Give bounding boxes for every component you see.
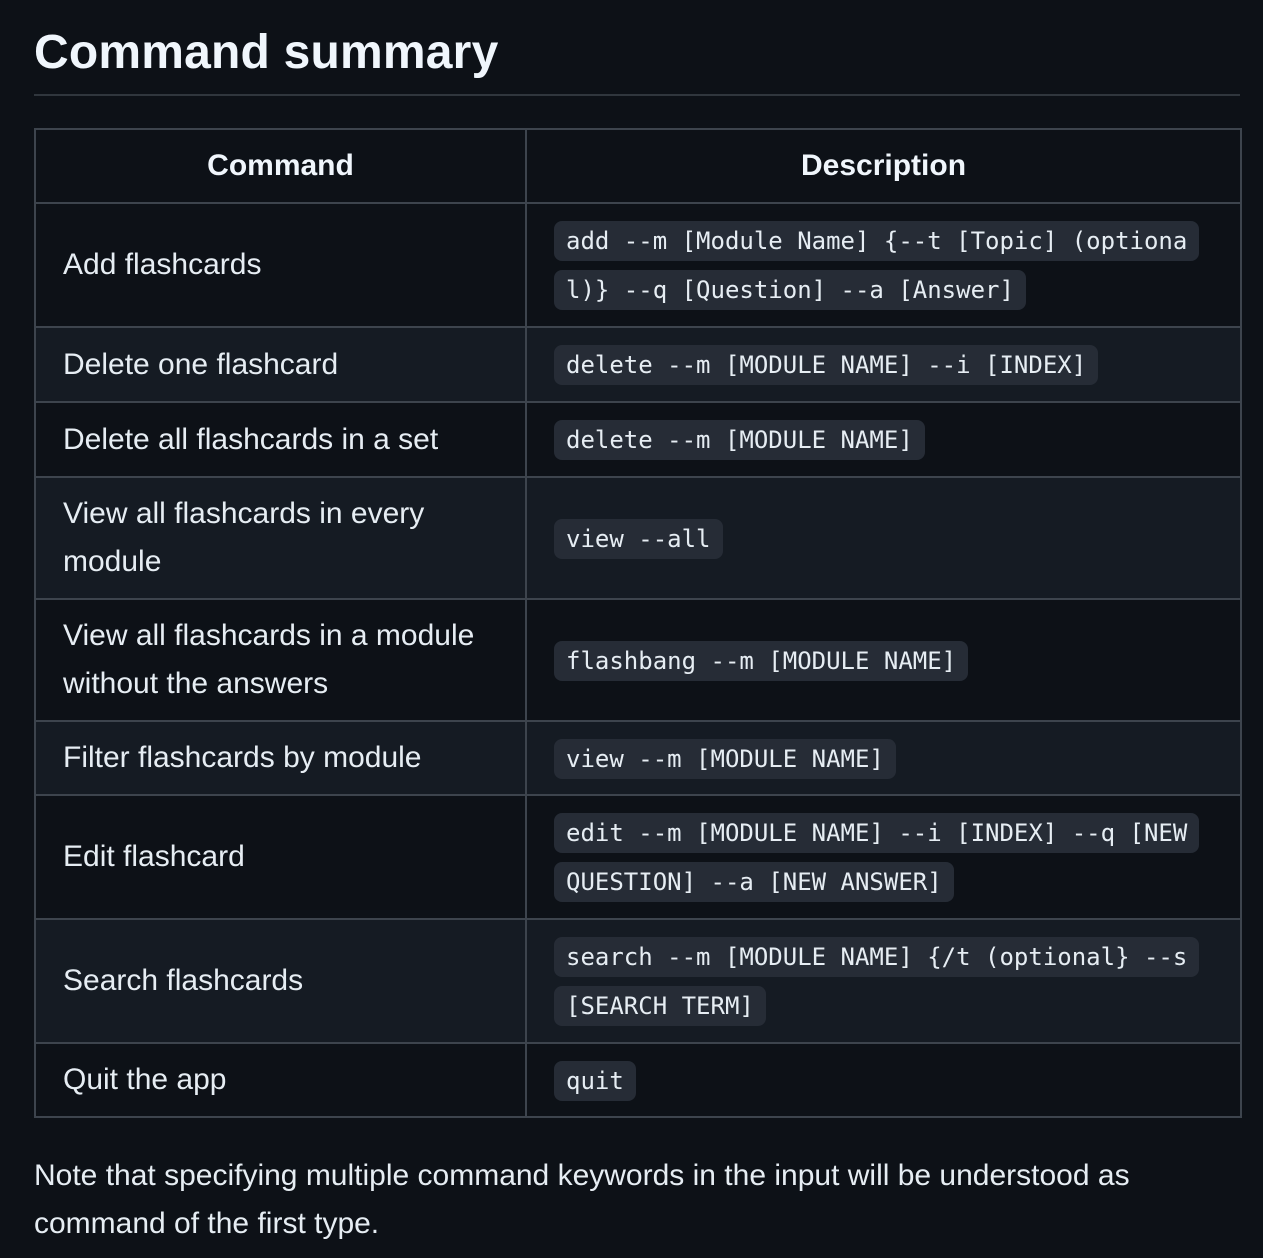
command-cell: Delete one flashcard (34, 326, 527, 403)
command-syntax: search --m [MODULE NAME] {/t (optional} … (554, 937, 1200, 1026)
description-cell: delete --m [MODULE NAME] --i [INDEX] (525, 326, 1242, 403)
description-cell: edit --m [MODULE NAME] --i [INDEX] --q [… (525, 794, 1242, 920)
description-cell: delete --m [MODULE NAME] (525, 401, 1242, 478)
description-cell: quit (525, 1042, 1242, 1118)
table-body: Add flashcards add --m [Module Name] {--… (34, 202, 1242, 1118)
description-cell: add --m [Module Name] {--t [Topic] (opti… (525, 202, 1242, 328)
column-header-command: Command (34, 128, 527, 204)
table-row: Search flashcards search --m [MODULE NAM… (34, 918, 1242, 1044)
command-syntax: view --all (554, 518, 723, 559)
command-syntax: delete --m [MODULE NAME] (554, 420, 925, 460)
table-row: Edit flashcard edit --m [MODULE NAME] --… (34, 794, 1242, 920)
command-syntax: flashbang --m [MODULE NAME] (554, 640, 969, 681)
table-row: Quit the app quit (34, 1042, 1242, 1118)
table-header-row: Command Description (34, 128, 1242, 204)
command-syntax: quit (554, 1060, 636, 1101)
command-cell: Search flashcards (34, 918, 527, 1044)
table-header: Command Description (34, 128, 1242, 204)
command-syntax: add --m [Module Name] {--t [Topic] (opti… (554, 221, 1200, 310)
command-cell: Filter flashcards by module (34, 720, 527, 796)
table-row: Filter flashcards by module view --m [MO… (34, 720, 1242, 796)
command-cell: View all flashcards in a module without … (34, 598, 527, 722)
command-cell: Add flashcards (34, 202, 527, 328)
command-syntax: edit --m [MODULE NAME] --i [INDEX] --q [… (554, 813, 1200, 902)
description-cell: view --all (525, 476, 1242, 600)
usage-note: Note that specifying multiple command ke… (34, 1159, 1130, 1240)
table-row: Delete one flashcard delete --m [MODULE … (34, 326, 1242, 403)
command-cell: Quit the app (34, 1042, 527, 1118)
table-row: Add flashcards add --m [Module Name] {--… (34, 202, 1242, 328)
table-row: View all flashcards in a module without … (34, 598, 1242, 722)
command-summary-table: Command Description Add flashcards add -… (34, 128, 1242, 1118)
command-cell: Delete all flashcards in a set (34, 401, 527, 478)
description-cell: search --m [MODULE NAME] {/t (optional} … (525, 918, 1242, 1044)
table-row: View all flashcards in every module view… (34, 476, 1242, 600)
title-divider (34, 94, 1240, 96)
command-cell: View all flashcards in every module (34, 476, 527, 600)
description-cell: flashbang --m [MODULE NAME] (525, 598, 1242, 722)
command-cell: Edit flashcard (34, 794, 527, 920)
readme-page: Command summary Command Description Add … (0, 0, 1263, 1258)
column-header-description: Description (525, 128, 1242, 204)
section-title: Command summary (34, 26, 499, 79)
command-syntax: view --m [MODULE NAME] (554, 738, 896, 779)
command-syntax: delete --m [MODULE NAME] --i [INDEX] (554, 345, 1099, 385)
description-cell: view --m [MODULE NAME] (525, 720, 1242, 796)
table-row: Delete all flashcards in a set delete --… (34, 401, 1242, 478)
